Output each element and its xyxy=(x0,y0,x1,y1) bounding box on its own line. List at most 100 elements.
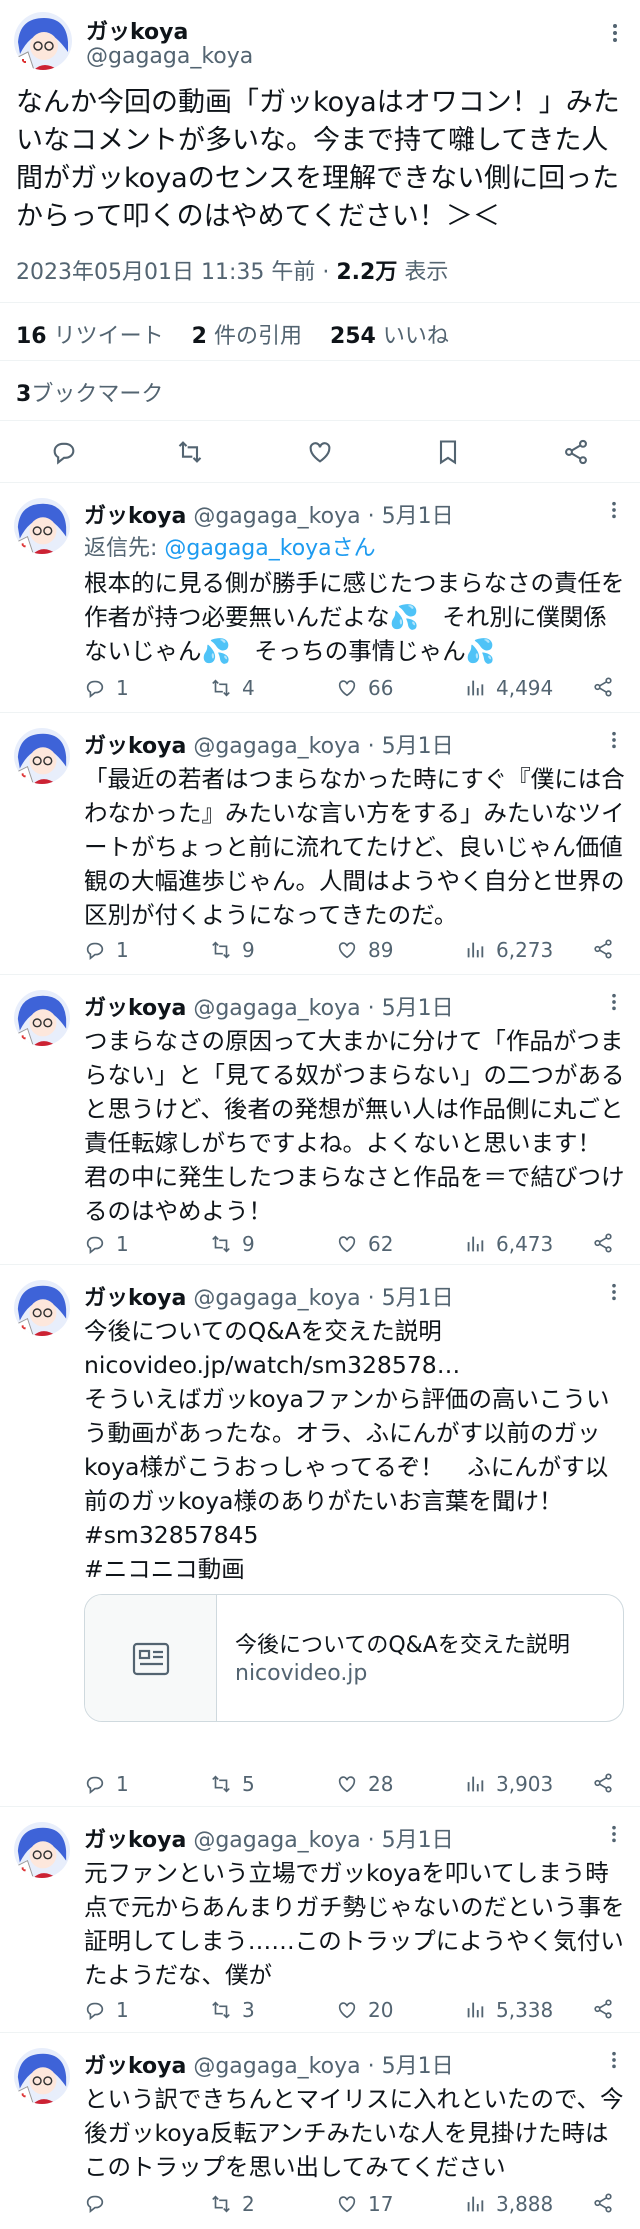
author-handle[interactable]: @gagaga_koya xyxy=(193,734,360,759)
like-icon[interactable] xyxy=(306,438,334,466)
retweet-button[interactable]: 2 xyxy=(210,2192,255,2216)
views-button[interactable]: 6,273 xyxy=(464,938,553,962)
share-icon xyxy=(594,939,612,959)
reply-actions: 1 5 28 3,903 xyxy=(84,1772,624,1802)
avatar[interactable] xyxy=(14,2048,70,2104)
reply-tweet[interactable]: ガッkoya @gagaga_koya · 5月1日 という訳できちんとマイリス… xyxy=(0,2032,640,2229)
bookmarks-stat[interactable]: 3ブックマーク xyxy=(16,376,163,408)
like-button[interactable]: 17 xyxy=(336,2192,393,2216)
reply-date[interactable]: 5月1日 xyxy=(382,1828,454,1853)
retweet-button[interactable]: 9 xyxy=(210,1232,255,1256)
reply-date[interactable]: 5月1日 xyxy=(382,1286,454,1311)
author-handle[interactable]: @gagaga_koya xyxy=(193,996,360,1021)
like-button[interactable]: 20 xyxy=(336,1998,393,2022)
more-icon[interactable] xyxy=(604,1824,624,1848)
more-icon[interactable] xyxy=(604,730,624,754)
avatar[interactable] xyxy=(14,990,70,1046)
hashtag-link[interactable]: #ニコニコ動画 xyxy=(84,1552,629,1586)
reply-icon[interactable] xyxy=(50,438,78,466)
views-icon xyxy=(467,2196,484,2212)
share-button[interactable] xyxy=(592,1998,614,2020)
reply-date[interactable]: 5月1日 xyxy=(382,996,454,1021)
avatar[interactable] xyxy=(14,1822,70,1878)
reply-button[interactable] xyxy=(84,2192,116,2214)
like-button[interactable]: 62 xyxy=(336,1232,393,1256)
author-name[interactable]: ガッkoya xyxy=(84,734,186,759)
reply-tweet[interactable]: ガッkoya @gagaga_koya · 5月1日 今後についてのQ&Aを交え… xyxy=(0,1264,640,1806)
share-icon[interactable] xyxy=(562,438,590,466)
video-link[interactable]: nicovideo.jp/watch/sm328578… xyxy=(84,1348,629,1382)
views-button[interactable]: 5,338 xyxy=(464,1998,553,2022)
author-name[interactable]: ガッkoya xyxy=(84,1286,186,1311)
author-handle[interactable]: @gagaga_koya xyxy=(193,2054,360,2079)
more-icon[interactable] xyxy=(604,22,626,50)
author-handle[interactable]: @gagaga_koya xyxy=(193,1286,360,1311)
reply-actions: 1 9 89 6,273 xyxy=(84,938,624,968)
views-button[interactable]: 4,494 xyxy=(464,676,553,700)
reply-tweet[interactable]: ガッkoya @gagaga_koya · 5月1日 つまらなさの原因って大まか… xyxy=(0,974,640,1264)
retweet-button[interactable]: 5 xyxy=(210,1772,255,1796)
retweet-button[interactable]: 3 xyxy=(210,1998,255,2022)
reply-tweet[interactable]: ガッkoya @gagaga_koya · 5月1日 「最近の若者はつまらなかっ… xyxy=(0,712,640,974)
views-button[interactable]: 3,903 xyxy=(464,1772,553,1796)
reply-date[interactable]: 5月1日 xyxy=(382,734,454,759)
retweet-icon[interactable] xyxy=(176,438,204,466)
bookmark-icon[interactable] xyxy=(434,438,462,466)
tweet-time[interactable]: 2023年05月01日 11:35 午前 xyxy=(16,260,315,285)
reply-button[interactable]: 1 xyxy=(84,1232,129,1256)
avatar[interactable] xyxy=(14,12,72,70)
tweet-actions xyxy=(0,430,640,476)
retweets-stat[interactable]: 16 リツイート xyxy=(16,324,164,349)
author-handle[interactable]: @gagaga_koya xyxy=(193,504,360,529)
reply-actions: 2 17 3,888 xyxy=(84,2192,624,2222)
reply-button[interactable]: 1 xyxy=(84,1998,129,2022)
retweet-button[interactable]: 9 xyxy=(210,938,255,962)
reply-button[interactable]: 1 xyxy=(84,938,129,962)
quotes-stat[interactable]: 2 件の引用 xyxy=(192,324,302,349)
avatar[interactable] xyxy=(14,1280,70,1336)
more-icon[interactable] xyxy=(604,2050,624,2074)
reply-tweet[interactable]: ガッkoya @gagaga_koya · 5月1日 返信先: @gagaga_… xyxy=(0,482,640,712)
retweet-button[interactable]: 4 xyxy=(210,676,255,700)
share-button[interactable] xyxy=(592,1772,614,1794)
like-button[interactable]: 28 xyxy=(336,1772,393,1796)
author-name[interactable]: ガッkoya xyxy=(84,2054,186,2079)
author-name[interactable]: ガッkoya xyxy=(84,504,186,529)
avatar[interactable] xyxy=(14,728,70,784)
share-button[interactable] xyxy=(592,676,614,698)
share-button[interactable] xyxy=(592,1232,614,1254)
share-button[interactable] xyxy=(592,938,614,960)
reply-text: 「最近の若者はつまらなかった時にすぐ『僕には合わなかった』みたいな言い方をする」… xyxy=(84,765,625,929)
share-icon xyxy=(594,1999,612,2019)
reply-date[interactable]: 5月1日 xyxy=(382,504,454,529)
divider xyxy=(0,420,640,421)
more-icon[interactable] xyxy=(604,1282,624,1306)
views-button[interactable]: 6,473 xyxy=(464,1232,553,1256)
like-icon xyxy=(338,2196,356,2213)
reply-button[interactable]: 1 xyxy=(84,1772,129,1796)
like-button[interactable]: 89 xyxy=(336,938,393,962)
reply-tweet[interactable]: ガッkoya @gagaga_koya · 5月1日 元ファンという立場でガッk… xyxy=(0,1806,640,2032)
more-icon[interactable] xyxy=(604,992,624,1016)
author-name[interactable]: ガッkoya xyxy=(86,14,188,46)
link-card[interactable]: 今後についてのQ&Aを交えた説明 nicovideo.jp xyxy=(84,1594,624,1722)
reply-to-link[interactable]: @gagaga_koyaさん xyxy=(164,536,375,561)
share-button[interactable] xyxy=(592,2192,614,2214)
reply-button[interactable]: 1 xyxy=(84,676,129,700)
reply-date[interactable]: 5月1日 xyxy=(382,2054,454,2079)
more-icon[interactable] xyxy=(604,500,624,524)
like-button[interactable]: 66 xyxy=(336,676,393,700)
reply-actions: 1 3 20 5,338 xyxy=(84,1998,624,2028)
author-handle[interactable]: @gagaga_koya xyxy=(86,44,253,69)
reply-text: つまらなさの原因って大まかに分けて「作品がつまらない」と「見てる奴がつまらない」… xyxy=(84,1027,625,1225)
author-name[interactable]: ガッkoya xyxy=(84,1828,186,1853)
author-name[interactable]: ガッkoya xyxy=(84,996,186,1021)
reply-header: ガッkoya @gagaga_koya · 5月1日 xyxy=(84,1828,454,1853)
reply-text: という訳できちんとマイリスに入れといたので、今後ガッkoya反転アンチみたいな人… xyxy=(84,2085,624,2181)
hashtag-link[interactable]: #sm32857845 xyxy=(84,1518,629,1552)
views-button[interactable]: 3,888 xyxy=(464,2192,553,2216)
share-icon xyxy=(594,677,612,697)
author-handle[interactable]: @gagaga_koya xyxy=(193,1828,360,1853)
likes-stat[interactable]: 254 いいね xyxy=(330,324,449,349)
avatar[interactable] xyxy=(14,498,70,554)
